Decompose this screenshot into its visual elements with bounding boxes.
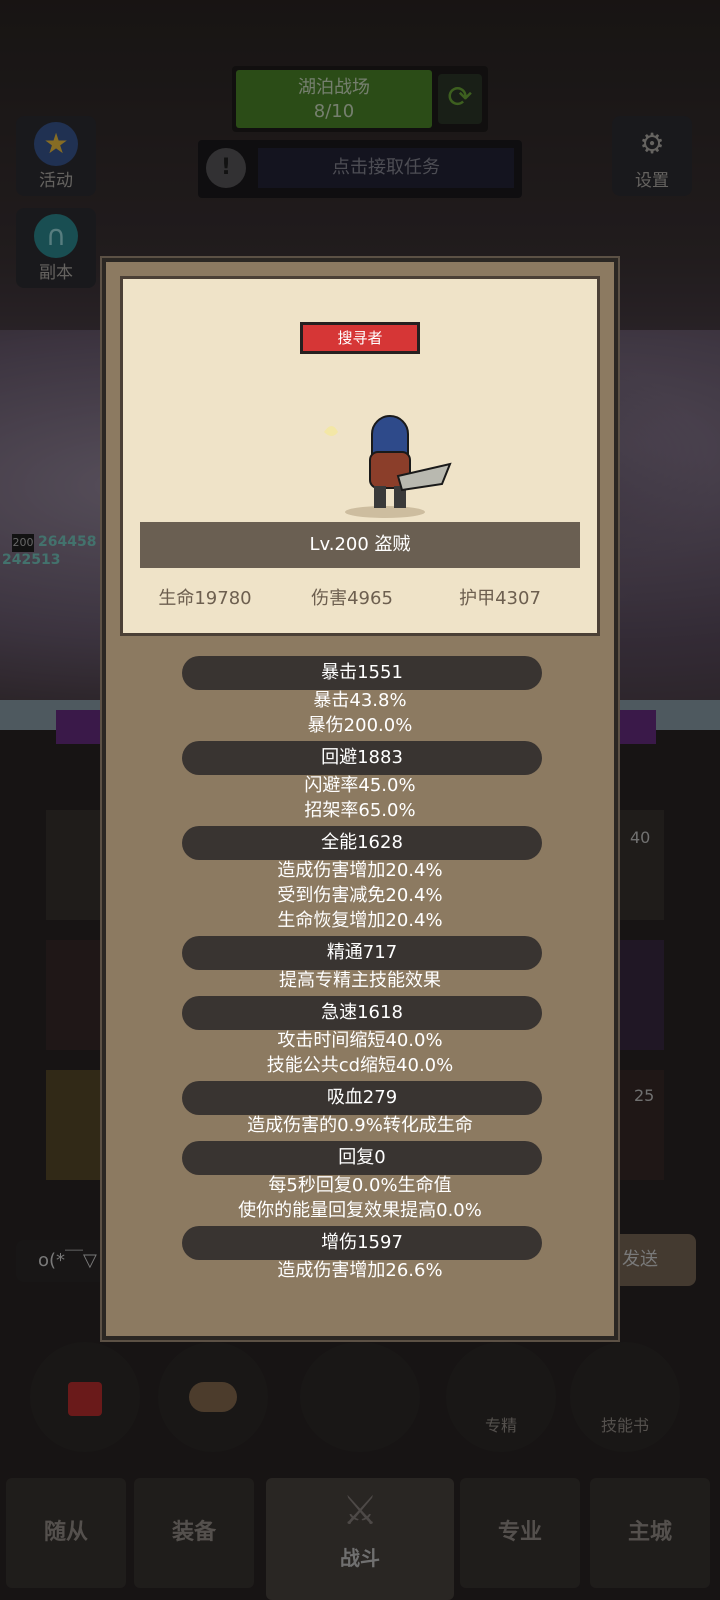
hero-sprite	[324, 415, 452, 518]
stat-line: 生命恢复增加20.4%	[277, 910, 443, 931]
stat-line: 招架率65.0%	[304, 800, 416, 821]
stat-line: 造成伤害的0.9%转化成生命	[247, 1115, 473, 1136]
stat-header-crit: 暴击1551	[182, 656, 542, 690]
stat-line: 造成伤害增加26.6%	[277, 1260, 443, 1281]
stat-line: 技能公共cd缩短40.0%	[266, 1055, 454, 1076]
stat-header-haste: 急速1618	[182, 996, 542, 1030]
stat-line: 每5秒回复0.0%生命值	[268, 1175, 452, 1196]
stat-line: 闪避率45.0%	[304, 775, 416, 796]
base-stat-hp: 生命19780	[158, 588, 252, 609]
base-stat-damage: 伤害4965	[311, 588, 393, 609]
stat-header-mastery: 精通717	[182, 936, 542, 970]
stat-header-lifesteal: 吸血279	[182, 1081, 542, 1115]
hero-level-class: Lv.200 盗贼	[140, 522, 580, 568]
stat-line: 造成伤害增加20.4%	[277, 860, 443, 881]
stat-line: 攻击时间缩短40.0%	[277, 1030, 443, 1051]
stat-line: 暴击43.8%	[313, 690, 407, 711]
stat-line: 提高专精主技能效果	[279, 970, 441, 991]
stat-header-damage-bonus: 增伤1597	[182, 1226, 542, 1260]
title-badge: 搜寻者	[300, 322, 420, 354]
stat-line: 受到伤害减免20.4%	[277, 885, 443, 906]
stat-line: 暴伤200.0%	[307, 715, 413, 736]
stat-header-regen: 回复0	[182, 1141, 542, 1175]
stat-header-versatility: 全能1628	[182, 826, 542, 860]
stat-header-avoidance: 回避1883	[182, 741, 542, 775]
stat-line: 使你的能量回复效果提高0.0%	[238, 1200, 482, 1221]
base-stat-armor: 护甲4307	[459, 588, 541, 609]
